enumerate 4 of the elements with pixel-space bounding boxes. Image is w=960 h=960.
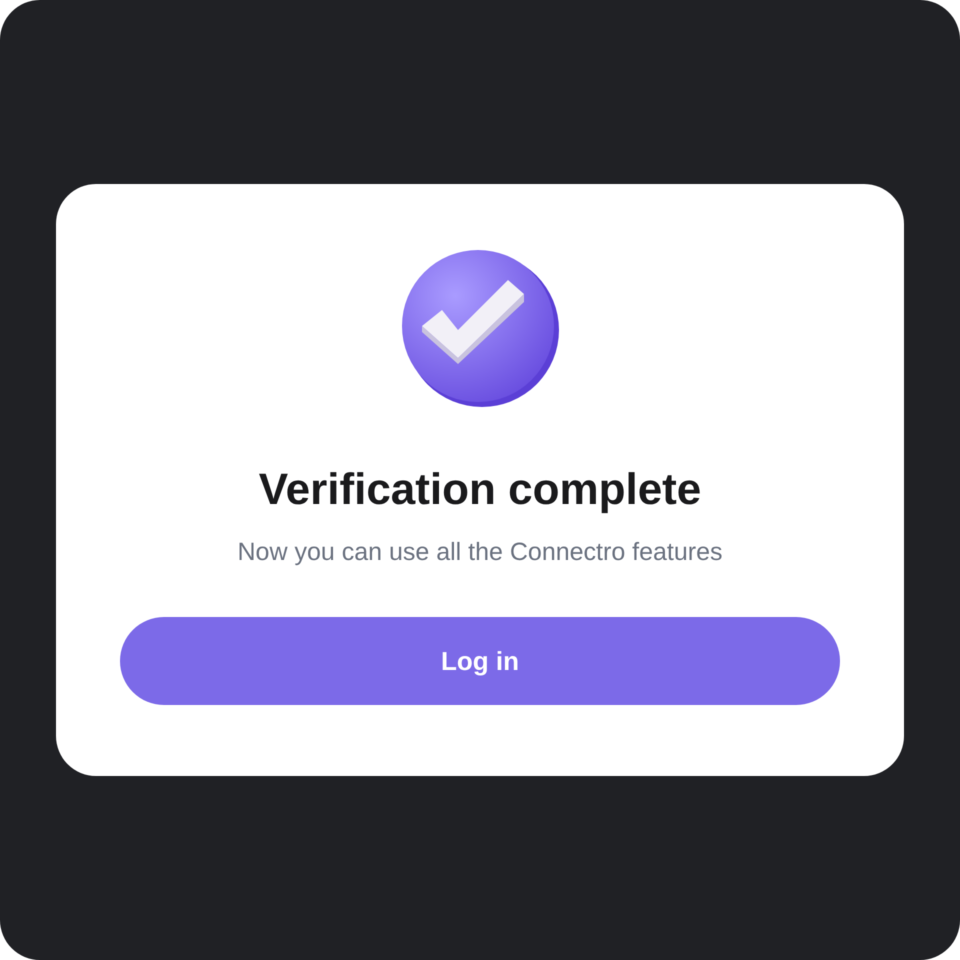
check-badge-icon <box>400 248 560 408</box>
dialog-title: Verification complete <box>258 468 702 512</box>
dialog-message: Now you can use all the Connectro features <box>238 540 722 565</box>
login-button[interactable]: Log in <box>120 617 840 705</box>
